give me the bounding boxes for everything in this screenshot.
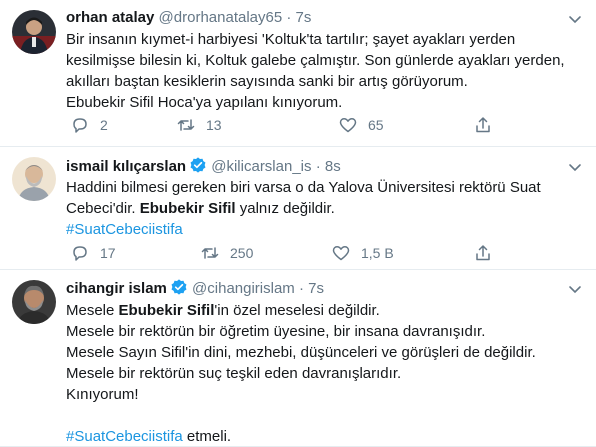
tweet-actions: 2 13 65 <box>66 115 526 135</box>
tweet[interactable]: cihangir islam @cihangirislam · 7s Mesel… <box>0 270 596 447</box>
text-run: Haddini bilmesi gereken biri varsa o da … <box>66 179 541 196</box>
text-run: 'in özel meselesi değildir. <box>214 302 380 319</box>
display-name[interactable]: ismail kılıçarslan <box>66 158 186 175</box>
tweet-text-line <box>66 405 586 426</box>
verified-badge-icon <box>171 279 187 295</box>
tweet-text-line: Mesele bir rektörün suç teşkil eden davr… <box>66 363 586 384</box>
text-run: yalnız değildir. <box>235 200 335 217</box>
separator-dot: · <box>315 158 321 175</box>
tweet-text-line: Ebubekir Sifil Hoca'ya yapılanı kınıyoru… <box>66 92 586 113</box>
retweet-icon <box>177 119 195 131</box>
tweet-text-line: kesilmişse bilesin ki, Koltuk galebe çal… <box>66 50 586 71</box>
hashtag-link[interactable]: #SuatCebeciistifa <box>66 428 183 445</box>
retweet-button[interactable]: 13 <box>176 115 222 135</box>
text-run: Ebubekir Sifil Hoca'ya yapılanı kınıyoru… <box>66 94 343 111</box>
tweet-text-line: Mesele bir rektörün bir öğretim üyesine,… <box>66 321 586 342</box>
tweet-text-line: #SuatCebeciistifa etmeli. <box>66 426 586 447</box>
reply-icon <box>73 246 87 261</box>
like-count: 65 <box>368 117 384 133</box>
reply-button[interactable]: 2 <box>70 115 108 135</box>
tweet-text: Haddini bilmesi gereken biri varsa o da … <box>66 177 586 240</box>
avatar[interactable] <box>12 157 56 201</box>
tweet-text-line: akılları baştan kesiklerin sayısında san… <box>66 71 586 92</box>
timestamp[interactable]: 8s <box>325 158 341 175</box>
tweet-text-line: Mesele Ebubekir Sifil'in özel meselesi d… <box>66 300 586 321</box>
reply-icon <box>73 118 87 133</box>
avatar[interactable] <box>12 280 56 324</box>
retweet-count: 250 <box>230 245 254 261</box>
tweet[interactable]: ismail kılıçarslan @kilicarslan_is · 8s … <box>0 147 596 270</box>
text-run: Cebeci'dir. <box>66 200 140 217</box>
chevron-down-icon[interactable] <box>566 158 584 176</box>
tweet-text-line: Kınıyorum! <box>66 384 586 405</box>
like-button[interactable]: 1,5 B <box>331 243 394 263</box>
tweet-actions: 17 250 1,5 B <box>66 243 526 263</box>
tweet-header: ismail kılıçarslan @kilicarslan_is · 8s <box>66 156 341 177</box>
user-handle[interactable]: @cihangirislam <box>192 280 295 297</box>
text-run: akılları baştan kesiklerin sayısında san… <box>66 73 468 90</box>
share-button[interactable] <box>473 243 493 263</box>
separator-dot: · <box>298 280 304 297</box>
reply-count: 2 <box>100 117 108 133</box>
tweet-header: cihangir islam @cihangirislam · 7s <box>66 278 324 299</box>
text-run: Mesele bir rektörün bir öğretim üyesine,… <box>66 323 486 340</box>
chevron-down-icon[interactable] <box>566 280 584 298</box>
text-run: Mesele bir rektörün suç teşkil eden davr… <box>66 365 402 382</box>
user-handle[interactable]: @kilicarslan_is <box>211 158 311 175</box>
tweet-text-line: Cebeci'dir. Ebubekir Sifil yalnız değild… <box>66 198 586 219</box>
like-icon <box>339 118 357 133</box>
bold-text: Ebubekir Sifil <box>139 200 236 217</box>
bold-text: Ebubekir Sifil <box>118 302 215 319</box>
tweet-text-line: Haddini bilmesi gereken biri varsa o da … <box>66 177 586 198</box>
timestamp[interactable]: 7s <box>308 280 324 297</box>
share-icon <box>476 245 490 261</box>
reply-button[interactable]: 17 <box>70 243 116 263</box>
retweet-button[interactable]: 250 <box>200 243 253 263</box>
share-icon <box>476 117 490 133</box>
text-run: Kınıyorum! <box>66 386 139 403</box>
hashtag-link[interactable]: #SuatCebeciistifa <box>66 221 183 238</box>
retweet-count: 13 <box>206 117 222 133</box>
display-name[interactable]: cihangir islam <box>66 280 167 297</box>
text-run: kesilmişse bilesin ki, Koltuk galebe çal… <box>66 52 565 69</box>
reply-count: 17 <box>100 245 116 261</box>
tweet[interactable]: orhan atalay @drorhanatalay65 · 7s Bir i… <box>0 0 596 147</box>
text-run: Bir insanın kıymet-i harbiyesi 'Koltuk't… <box>66 31 516 48</box>
avatar[interactable] <box>12 10 56 54</box>
chevron-down-icon[interactable] <box>566 10 584 28</box>
text-run: Mesele Sayın Sifil'in dini, mezhebi, düş… <box>66 344 536 361</box>
like-icon <box>332 246 350 261</box>
share-button[interactable] <box>473 115 493 135</box>
tweet-text-line: Mesele Sayın Sifil'in dini, mezhebi, düş… <box>66 342 586 363</box>
text-run: etmeli. <box>182 428 232 445</box>
tweet-text-line: Bir insanın kıymet-i harbiyesi 'Koltuk't… <box>66 29 586 50</box>
timestamp[interactable]: 7s <box>296 9 312 26</box>
tweet-text-line: #SuatCebeciistifa <box>66 219 586 240</box>
retweet-icon <box>201 247 219 259</box>
like-count: 1,5 B <box>361 245 394 261</box>
user-handle[interactable]: @drorhanatalay65 <box>159 9 283 26</box>
tweet-text: Mesele Ebubekir Sifil'in özel meselesi d… <box>66 300 586 447</box>
display-name[interactable]: orhan atalay <box>66 9 154 26</box>
like-button[interactable]: 65 <box>338 115 384 135</box>
verified-badge-icon <box>190 157 206 173</box>
text-run: Mesele <box>66 302 119 319</box>
tweet-header: orhan atalay @drorhanatalay65 · 7s <box>66 8 311 28</box>
tweet-text: Bir insanın kıymet-i harbiyesi 'Koltuk't… <box>66 29 586 113</box>
separator-dot: · <box>286 9 292 26</box>
